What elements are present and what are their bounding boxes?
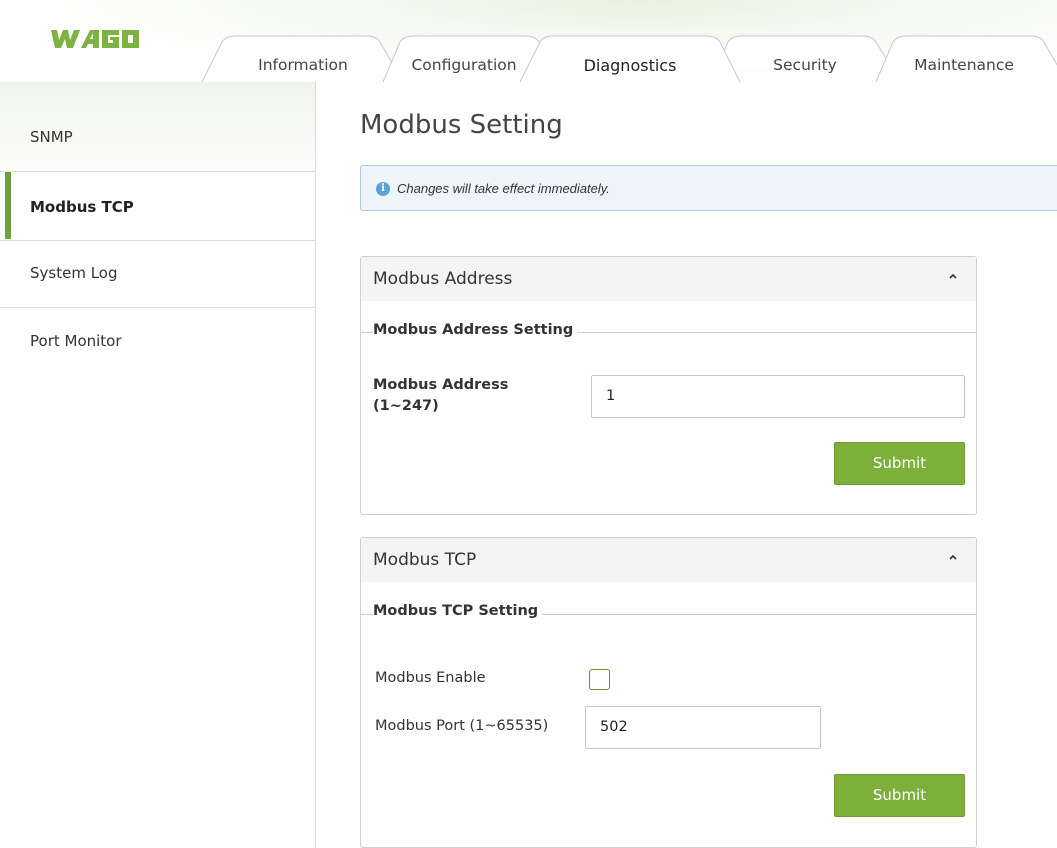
modbus-address-panel: Modbus Address Modbus Address Setting Mo… (360, 256, 977, 515)
modbus-tcp-panel-header[interactable]: Modbus TCP (361, 538, 976, 582)
top-header: Information Configuration Diagnostics Se… (0, 0, 1057, 83)
modbus-address-label-line1: Modbus Address (373, 377, 509, 393)
active-indicator (5, 172, 11, 239)
modbus-address-label-line2: (1~247) (373, 398, 439, 414)
tab-configuration[interactable]: Configuration (404, 56, 524, 78)
sidebar-item-system-log[interactable]: System Log (0, 240, 315, 308)
modbus-enable-checkbox[interactable] (589, 669, 610, 690)
modbus-address-input[interactable]: 1 (591, 375, 965, 418)
tab-security[interactable]: Security (760, 56, 850, 78)
sidebar-item-modbus-tcp[interactable]: Modbus TCP (0, 171, 315, 241)
tab-diagnostics[interactable]: Diagnostics (568, 56, 692, 78)
modbus-tcp-submit-button[interactable]: Submit (834, 774, 965, 817)
sidebar: SNMP Modbus TCP System Log Port Monitor (0, 82, 316, 848)
fieldset-legend: Modbus Address Setting (373, 322, 578, 338)
chevron-up-icon[interactable] (946, 269, 960, 283)
info-alert: i Changes will take effect immediately. (360, 165, 1057, 211)
panel-title: Modbus Address (373, 269, 513, 289)
modbus-port-input[interactable]: 502 (585, 706, 821, 749)
fieldset-legend: Modbus TCP Setting (373, 603, 543, 619)
tab-information[interactable]: Information (246, 56, 360, 78)
sidebar-item-snmp[interactable]: SNMP (0, 104, 315, 172)
modbus-address-label: Modbus Address (1~247) (373, 375, 508, 417)
modbus-tcp-panel: Modbus TCP Modbus TCP Setting Modbus Ena… (360, 537, 977, 848)
sidebar-item-port-monitor[interactable]: Port Monitor (0, 308, 315, 376)
tab-maintenance[interactable]: Maintenance (902, 56, 1026, 78)
tab-bar-shapes (201, 35, 1057, 83)
modbus-address-submit-button[interactable]: Submit (834, 442, 965, 485)
modbus-address-panel-header[interactable]: Modbus Address (361, 257, 976, 301)
info-icon: i (376, 182, 390, 196)
sidebar-item-label: SNMP (30, 128, 73, 146)
modbus-port-label: Modbus Port (1~65535) (375, 718, 549, 734)
sidebar-item-label: System Log (30, 264, 118, 282)
info-message: Changes will take effect immediately. (397, 181, 610, 196)
chevron-up-icon[interactable] (946, 550, 960, 564)
page-title: Modbus Setting (360, 110, 563, 140)
modbus-enable-label: Modbus Enable (375, 670, 486, 686)
panel-title: Modbus TCP (373, 550, 477, 570)
sidebar-item-label: Modbus TCP (30, 198, 134, 216)
sidebar-item-label: Port Monitor (30, 332, 122, 350)
